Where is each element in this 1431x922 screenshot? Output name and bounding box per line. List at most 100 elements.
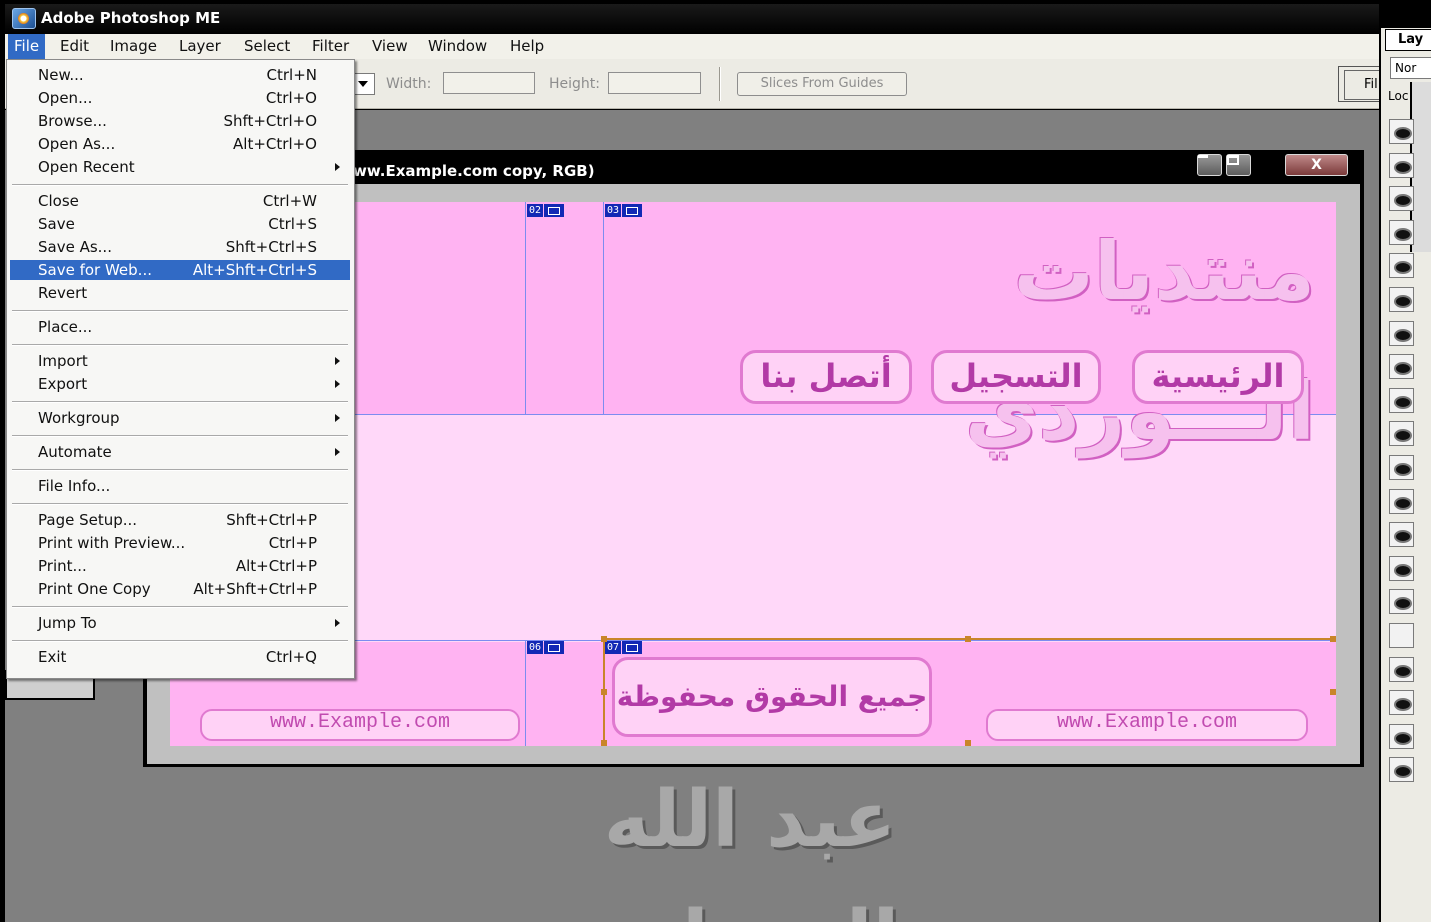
menu-item-open[interactable]: Open... Ctrl+O: [10, 88, 350, 108]
menu-file[interactable]: File: [8, 34, 46, 59]
blend-mode-select[interactable]: Nor: [1390, 57, 1431, 79]
eye-icon[interactable]: [1389, 119, 1414, 144]
height-field[interactable]: [608, 72, 701, 94]
menu-item-close[interactable]: Close Ctrl+W: [10, 191, 350, 211]
selection-handle[interactable]: [1330, 636, 1336, 642]
eye-icon[interactable]: [1389, 589, 1414, 615]
eye-icon[interactable]: [1389, 488, 1414, 514]
eye-icon[interactable]: [1389, 555, 1414, 581]
guide-vertical: [525, 640, 526, 746]
menu-item-page-setup[interactable]: Page Setup... Shft+Ctrl+P: [10, 510, 350, 530]
menu-item-open-as[interactable]: Open As... Alt+Ctrl+O: [10, 134, 350, 154]
nav-button-register[interactable]: التسجيل: [931, 350, 1101, 404]
maximize-button[interactable]: [1226, 154, 1251, 176]
menu-item-label: Export: [38, 375, 88, 393]
eye-icon[interactable]: [1389, 421, 1414, 447]
menu-item-file-info[interactable]: File Info...: [10, 476, 350, 496]
menu-item-shortcut: Alt+Shft+Ctrl+P: [193, 580, 317, 598]
menu-bar: File Edit Image Layer Select Filter View…: [5, 34, 1379, 59]
eye-icon[interactable]: [1389, 522, 1414, 548]
slices-from-guides-button[interactable]: Slices From Guides: [737, 72, 907, 96]
eye-icon[interactable]: [1389, 690, 1414, 716]
menu-item-shortcut: Ctrl+S: [268, 215, 317, 233]
photoshop-logo-icon: [12, 8, 36, 29]
selection-handle[interactable]: [601, 636, 607, 642]
file-menu-dropdown: New... Ctrl+N Open... Ctrl+O Browse... Shft+C…: [6, 59, 355, 679]
nav-button-home[interactable]: الرئيسية: [1132, 350, 1304, 404]
palette-well[interactable]: Fil: [1338, 66, 1385, 102]
tab-layers[interactable]: Lay: [1385, 29, 1431, 51]
eye-icon[interactable]: [1389, 253, 1414, 279]
menu-filter[interactable]: Filter: [306, 34, 355, 59]
menu-item-print-with-preview[interactable]: Print with Preview... Ctrl+P: [10, 533, 350, 553]
image-slice-icon: [622, 204, 643, 217]
selection-handle[interactable]: [601, 689, 607, 695]
eye-hidden-toggle[interactable]: [1389, 623, 1414, 648]
slice-number: 07: [605, 641, 622, 654]
selection-handle[interactable]: [965, 636, 971, 642]
submenu-arrow-icon: [335, 619, 340, 627]
menu-item-revert[interactable]: Revert: [10, 283, 350, 303]
width-field[interactable]: [443, 72, 535, 94]
eye-icon[interactable]: [1389, 455, 1414, 480]
menu-image[interactable]: Image: [104, 34, 163, 59]
menu-select[interactable]: Select: [238, 34, 296, 59]
menu-item-save[interactable]: Save Ctrl+S: [10, 214, 350, 234]
submenu-arrow-icon: [335, 414, 340, 422]
menu-item-jump-to[interactable]: Jump To: [10, 613, 350, 633]
palette-well-label: Fil: [1364, 77, 1378, 92]
slice-badge[interactable]: 03: [605, 204, 643, 217]
slice-badge[interactable]: 07: [605, 641, 643, 654]
selection-handle[interactable]: [1330, 689, 1336, 695]
eye-icon[interactable]: [1389, 219, 1414, 245]
width-label: Width:: [386, 76, 432, 92]
menu-item-print-one-copy[interactable]: Print One Copy Alt+Shft+Ctrl+P: [10, 579, 350, 599]
nav-button-contact[interactable]: أتصل بنا: [740, 350, 912, 404]
menu-item-label: Print...: [38, 557, 87, 575]
eye-icon[interactable]: [1389, 723, 1414, 749]
menu-item-automate[interactable]: Automate: [10, 442, 350, 462]
eye-icon[interactable]: [1389, 186, 1414, 212]
slice-badge[interactable]: 06: [527, 641, 565, 654]
options-separator: [719, 67, 721, 101]
eye-icon[interactable]: [1389, 354, 1414, 380]
selection-handle[interactable]: [965, 740, 971, 746]
menu-item-shortcut: Ctrl+N: [266, 66, 317, 84]
menu-view[interactable]: View: [366, 34, 414, 59]
menu-item-export[interactable]: Export: [10, 374, 350, 394]
menu-separator: [12, 401, 348, 403]
menu-item-place[interactable]: Place...: [10, 317, 350, 337]
menu-item-label: Print with Preview...: [38, 534, 186, 552]
menu-window[interactable]: Window: [422, 34, 493, 59]
menu-item-print[interactable]: Print... Alt+Ctrl+P: [10, 556, 350, 576]
height-label: Height:: [549, 76, 600, 92]
selection-handle[interactable]: [601, 740, 607, 746]
menu-item-save-as[interactable]: Save As... Shft+Ctrl+S: [10, 237, 350, 257]
menu-item-exit[interactable]: Exit Ctrl+Q: [10, 647, 350, 667]
menu-help[interactable]: Help: [504, 34, 550, 59]
maximize-icon: [1227, 155, 1239, 165]
app-titlebar: Adobe Photoshop ME: [5, 4, 1379, 34]
eye-icon[interactable]: [1389, 152, 1414, 178]
menu-item-new[interactable]: New... Ctrl+N: [10, 65, 350, 85]
menu-item-open-recent[interactable]: Open Recent: [10, 157, 350, 177]
eye-icon[interactable]: [1389, 387, 1414, 413]
menu-item-label: Jump To: [38, 614, 97, 632]
menu-item-label: Exit: [38, 648, 67, 666]
menu-item-browse[interactable]: Browse... Shft+Ctrl+O: [10, 111, 350, 131]
minimize-button[interactable]: [1197, 154, 1222, 176]
eye-icon[interactable]: [1389, 757, 1414, 783]
menu-edit[interactable]: Edit: [54, 34, 95, 59]
menu-item-label: Browse...: [38, 112, 107, 130]
submenu-arrow-icon: [335, 380, 340, 388]
menu-item-workgroup[interactable]: Workgroup: [10, 408, 350, 428]
slice-badge[interactable]: 02: [527, 204, 565, 217]
menu-item-import[interactable]: Import: [10, 351, 350, 371]
menu-layer[interactable]: Layer: [173, 34, 227, 59]
slice-number: 02: [527, 204, 544, 217]
eye-icon[interactable]: [1389, 320, 1414, 346]
close-button[interactable]: X: [1285, 154, 1348, 176]
eye-icon[interactable]: [1389, 656, 1414, 682]
menu-item-save-for-web[interactable]: Save for Web... Alt+Shft+Ctrl+S: [10, 260, 350, 280]
eye-icon[interactable]: [1389, 287, 1414, 312]
